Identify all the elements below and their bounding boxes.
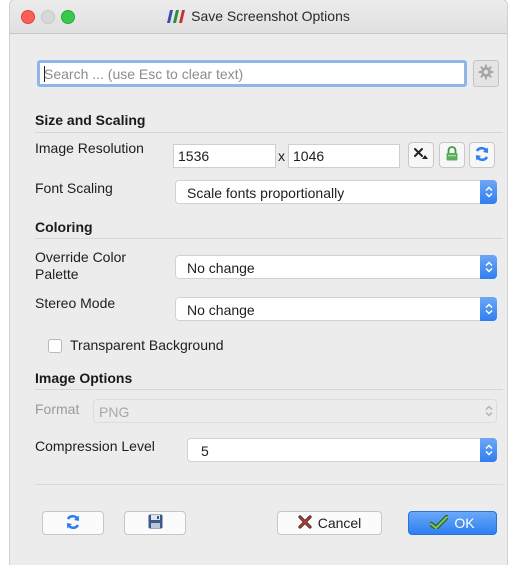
section-coloring: Coloring [35,219,93,235]
lock-aspect-button[interactable] [439,142,465,168]
chevron-updown-icon [480,399,497,423]
override-color-palette-label: Override Color Palette [35,249,126,283]
override-color-palette-label-line2: Palette [35,266,79,282]
image-resolution-label: Image Resolution [35,140,144,156]
reset-defaults-button[interactable] [42,511,104,535]
section-divider [35,389,503,390]
format-value: PNG [99,404,130,420]
transparent-background-checkbox[interactable] [48,339,62,353]
search-box[interactable] [37,60,467,87]
reset-resolution-button[interactable] [408,142,434,168]
height-field[interactable]: 1046 [288,144,400,168]
ok-label: OK [454,515,475,531]
override-color-palette-select[interactable]: No change [175,255,497,279]
refresh-resolution-button[interactable] [469,142,495,168]
font-scaling-label: Font Scaling [35,180,113,196]
format-label: Format [35,401,80,417]
resolution-separator: x [278,148,285,164]
transparent-background-label[interactable]: Transparent Background [70,337,224,354]
gear-icon [478,64,494,83]
chevron-updown-icon [480,180,497,204]
checkmark-icon [429,514,450,532]
format-select[interactable]: PNG [93,399,497,423]
lock-aspect-icon [445,146,459,164]
compression-level-select[interactable]: 5 [187,438,497,462]
stereo-mode-select[interactable]: No change [175,297,497,321]
font-scaling-select[interactable]: Scale fonts proportionally [175,180,497,204]
compression-level-value: 5 [201,443,209,459]
text-caret [44,66,45,82]
reset-resolution-icon [413,147,429,164]
section-image-options: Image Options [35,370,133,386]
refresh-icon [474,146,490,165]
compression-level-label: Compression Level [35,438,155,454]
cancel-button[interactable]: Cancel [277,511,382,535]
paraview-logo-icon [167,10,186,26]
floppy-disk-icon [148,514,163,532]
footer-divider [35,484,503,485]
ok-button[interactable]: OK [408,511,497,535]
window-title: Save Screenshot Options [191,8,350,24]
chevron-updown-icon [480,438,497,462]
width-field[interactable]: 1536 [173,144,276,168]
font-scaling-value: Scale fonts proportionally [187,185,345,201]
save-settings-button[interactable] [124,511,186,535]
stereo-mode-value: No change [187,302,255,318]
advanced-settings-button[interactable] [473,60,499,87]
window-title-container: Save Screenshot Options [10,8,507,26]
stereo-mode-label: Stereo Mode [35,295,116,311]
search-input[interactable] [40,63,464,84]
section-divider [35,132,503,133]
refresh-icon [65,514,81,533]
chevron-updown-icon [480,297,497,321]
override-color-palette-label-line1: Override Color [35,249,127,265]
cancel-label: Cancel [317,515,362,531]
chevron-updown-icon [480,255,497,279]
section-size-and-scaling: Size and Scaling [35,112,146,128]
title-bar: Save Screenshot Options [10,0,507,34]
close-icon [298,514,312,532]
override-color-palette-value: No change [187,260,255,276]
save-screenshot-dialog: Save Screenshot Options Size and Scaling… [10,0,507,565]
section-divider [35,238,503,239]
